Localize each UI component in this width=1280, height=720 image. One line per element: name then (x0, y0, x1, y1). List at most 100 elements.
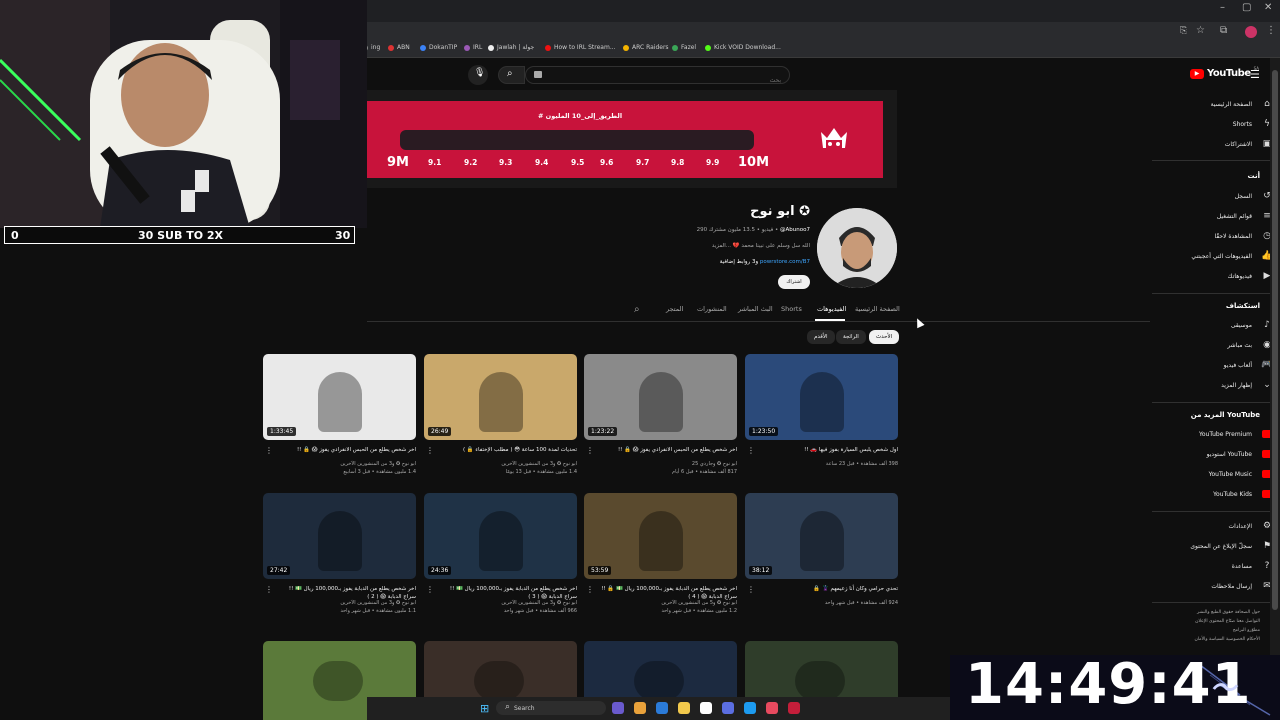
bookmark-item[interactable]: IRL (464, 44, 482, 51)
sidebar-item[interactable]: فيديوهاتك ▶ (1228, 268, 1272, 284)
video-title[interactable]: تحديات لمدة 100 ساعة 😳 ( مطلب الإختفاء 🔒… (437, 446, 577, 454)
keyboard-icon[interactable] (534, 71, 542, 78)
video-title[interactable]: تحدي حرامي وكان أنا زعيمهم 🦹 🔒 (758, 585, 898, 593)
more-links[interactable]: و3 روابط إضافية (720, 259, 758, 265)
profile-avatar[interactable] (1245, 26, 1257, 38)
more-options-icon[interactable]: ⋮ (586, 585, 594, 594)
sidebar-item[interactable]: سجلّ الإبلاغ عن المحتوى ⚑ (1190, 538, 1272, 554)
video-thumbnail[interactable]: 1:33:45 (263, 354, 416, 440)
video-thumbnail[interactable]: 1:23:50 (745, 354, 898, 440)
sidebar-item[interactable]: إظهار المزيد ⌄ (1221, 377, 1272, 393)
voice-search-button[interactable]: 🎙 (468, 65, 488, 85)
sidebar-item[interactable]: YouTube Kids (1213, 486, 1272, 502)
channel-description[interactable]: الله سل وسلم على نبينا محمد 💔 ...المزيد (712, 243, 810, 249)
video-title[interactable]: اخر شخص يطلع من الحبس الانفرادي يفوز 😱 🔒… (597, 446, 737, 454)
screen-share-icon[interactable]: ⎘ (1180, 26, 1187, 36)
close-icon[interactable]: ✕ (1264, 2, 1272, 13)
video-thumbnail[interactable]: 26:49 (424, 354, 577, 440)
filter-chip[interactable]: الأحدث (869, 330, 900, 344)
minimize-icon[interactable]: – (1220, 2, 1225, 13)
tab-item[interactable]: الفيديوهات (817, 305, 846, 313)
video-title[interactable]: اخر شخص يطلع من الحبس الانفرادي يفوز 😱 🔒… (276, 446, 416, 454)
bookmark-item[interactable]: How to IRL Stream... (545, 44, 616, 51)
channel-search-icon[interactable]: ⌕ (634, 304, 640, 315)
bookmark-star-icon[interactable]: ☆ (1196, 25, 1205, 36)
youtube-logo[interactable]: ▶ YouTube SA (1190, 66, 1259, 79)
sidebar-you-header[interactable]: أنت (1248, 172, 1260, 180)
sidebar-item[interactable]: YouTube Music (1209, 466, 1272, 482)
extensions-icon[interactable]: ⧉ (1220, 25, 1227, 36)
bookmark-item[interactable]: Kick VOID Download... (705, 44, 781, 51)
store-icon[interactable] (700, 702, 712, 714)
video-thumbnail[interactable]: 53:59 (584, 493, 737, 579)
more-options-icon[interactable]: ⋮ (265, 446, 273, 455)
chrome-icon[interactable] (634, 702, 646, 714)
taskbar-search[interactable]: Search (496, 701, 606, 715)
more-options-icon[interactable]: ⋮ (747, 446, 755, 455)
bookmark-item[interactable]: ARC Raiders (623, 44, 669, 51)
sidebar-item[interactable]: ألعاب فيديو 🎮 (1224, 357, 1273, 373)
sidebar-item[interactable]: الإعدادات ⚙ (1229, 518, 1272, 534)
sidebar-item[interactable]: موسيقى ♪ (1231, 317, 1272, 333)
steam-icon[interactable] (744, 702, 756, 714)
windows-start-icon[interactable]: ⊞ (480, 702, 489, 715)
tab-item[interactable]: المتجر (666, 305, 683, 313)
video-thumbnail[interactable]: 38:12 (745, 493, 898, 579)
video-meta: ابو نوح ✪ و3 من المنشورين الآخرين (340, 461, 416, 467)
video-title[interactable]: اول شخص يلبس السيارة بفوز فيها 🚗 !! (758, 446, 898, 454)
browser-menu-icon[interactable]: ⋮ (1266, 25, 1276, 36)
sidebar-item[interactable]: مساعدة? (1232, 558, 1272, 574)
video-thumbnail[interactable]: 1:23:22 (584, 354, 737, 440)
sidebar-item[interactable]: استوديو YouTube (1207, 446, 1272, 462)
search-button[interactable]: ⌕ (498, 66, 525, 84)
search-input[interactable] (526, 72, 789, 89)
video-meta: 1.1 مليون مشاهدة • قبل شهر واحد (340, 608, 416, 614)
sidebar-item[interactable]: بث مباشر ◉ (1227, 337, 1272, 353)
sidebar-item[interactable]: Shorts ϟ (1233, 116, 1272, 132)
more-options-icon[interactable]: ⋮ (747, 585, 755, 594)
bookmark-item[interactable]: Jawlah | جولة (488, 44, 534, 51)
more-options-icon[interactable]: ⋮ (426, 446, 434, 455)
video-thumbnail[interactable]: 27:42 (263, 493, 416, 579)
bookmark-item[interactable]: ABN (388, 44, 410, 51)
tab-item[interactable]: Shorts (781, 305, 802, 313)
copilot-icon[interactable] (612, 702, 624, 714)
sidebar-footer-links[interactable]: حول الصحافة حقوق الطبع والنشر (1197, 610, 1260, 615)
file-explorer-icon[interactable] (678, 702, 690, 714)
hamburger-menu-icon[interactable]: ☰ (1250, 68, 1260, 81)
sidebar-item[interactable]: السجل ↺ (1235, 188, 1272, 204)
filter-chip[interactable]: الأقدم (807, 330, 835, 344)
edge-icon[interactable] (656, 702, 668, 714)
more-options-icon[interactable]: ⋮ (426, 585, 434, 594)
youtube-play-icon: ▶ (1190, 68, 1204, 79)
photos-icon[interactable] (766, 702, 778, 714)
more-options-icon[interactable]: ⋮ (586, 446, 594, 455)
channel-link[interactable]: powrstore.com/B7 (760, 259, 810, 265)
bookmark-item[interactable]: DokanTIP (420, 44, 457, 51)
sidebar-item[interactable]: قوائم التشغيل ≡ (1217, 208, 1272, 224)
more-options-icon[interactable]: ⋮ (265, 585, 273, 594)
sidebar-item[interactable]: YouTube Premium (1199, 426, 1272, 442)
video-thumbnail[interactable]: 24:36 (424, 493, 577, 579)
discord-icon[interactable] (722, 702, 734, 714)
filter-chip[interactable]: الرائجة (836, 330, 866, 344)
bookmark-item[interactable]: Fazel (672, 44, 696, 51)
sidebar-item[interactable]: الاشتراكات ▣ (1225, 136, 1272, 152)
video-duration: 27:42 (267, 566, 291, 575)
sidebar-footer-links[interactable]: التواصل معنا صنّاع المحتوى الإعلان (1195, 619, 1260, 624)
channel-avatar[interactable] (817, 208, 897, 288)
maximize-icon[interactable]: ▢ (1242, 2, 1251, 13)
sidebar-item[interactable]: المشاهدة لاحقًا ◷ (1214, 228, 1272, 244)
sidebar-footer-links[interactable]: الأحكام الخصوصية السياسة والأمان (1194, 637, 1260, 642)
sidebar-item[interactable]: الصفحة الرئيسية ⌂ (1211, 96, 1272, 112)
sidebar-item-label: المشاهدة لاحقًا (1214, 232, 1252, 240)
subscribe-button[interactable]: اشتراك (778, 275, 810, 289)
obs-icon[interactable] (788, 702, 800, 714)
tab-item[interactable]: البث المباشر (738, 305, 773, 313)
tab-item[interactable]: الصفحة الرئيسية (855, 305, 900, 313)
sidebar-footer-links[interactable]: مطوّرو البرامج (1233, 628, 1260, 633)
sidebar-item[interactable]: إرسال ملاحظات ✉ (1211, 578, 1272, 594)
scrollbar-thumb[interactable] (1272, 70, 1278, 610)
tab-item[interactable]: المنشورات (697, 305, 727, 313)
sidebar-item[interactable]: الفيديوهات التي أعجبتني 👍 (1191, 248, 1272, 264)
